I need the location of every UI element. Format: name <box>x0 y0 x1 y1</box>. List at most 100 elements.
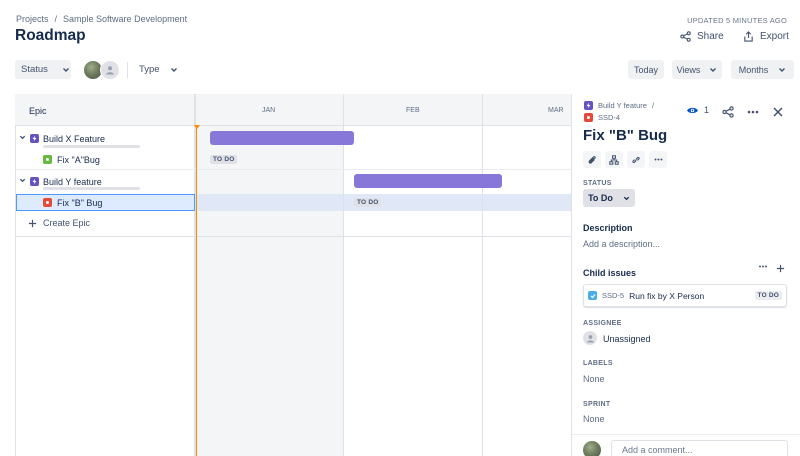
create-epic-label: Create Epic <box>43 218 91 228</box>
epic-timeline-bar[interactable] <box>354 174 502 188</box>
user-icon <box>106 66 114 75</box>
status-filter[interactable]: Status <box>15 60 71 79</box>
status-lozenge: TO DO <box>354 198 382 207</box>
epic-row-label[interactable]: Build X Feature <box>43 134 105 144</box>
child-issue-status: TO DO <box>754 291 782 300</box>
more-icon <box>654 158 662 161</box>
issue-key-link[interactable]: SSD-4 <box>598 113 620 122</box>
story-icon <box>43 155 52 164</box>
rows-bottom-divider <box>15 236 571 237</box>
eye-icon <box>687 107 698 113</box>
close-icon <box>773 107 783 117</box>
child-issue-button[interactable] <box>605 151 623 168</box>
attachment-icon <box>588 155 596 164</box>
child-issue-row[interactable]: SSD-5 Run fix by X Person TO DO <box>583 284 787 307</box>
child-issues-more-button[interactable] <box>758 265 768 268</box>
type-filter-label: Type <box>139 64 160 75</box>
breadcrumb-separator: / <box>54 14 58 24</box>
epic-icon <box>30 177 39 186</box>
description-input[interactable]: Add a description... <box>583 239 660 249</box>
month-divider <box>343 94 344 456</box>
timeline-header <box>196 94 571 126</box>
panel-breadcrumb-parent[interactable]: Build Y feature / <box>584 101 654 110</box>
link-icon <box>632 156 640 163</box>
epic-column-label: Epic <box>29 106 47 116</box>
labels-section-label: LABELS <box>583 360 613 367</box>
today-button[interactable]: Today <box>628 60 664 79</box>
export-icon <box>744 30 753 42</box>
panel-more-button[interactable] <box>745 104 761 120</box>
more-icon <box>747 110 759 114</box>
today-marker-line <box>196 126 197 456</box>
task-icon <box>588 291 597 300</box>
chevron-down-icon <box>779 67 786 72</box>
panel-divider <box>572 434 800 435</box>
watcher-count: 1 <box>704 105 710 115</box>
status-filter-label: Status <box>21 64 48 75</box>
collapse-chevron-icon[interactable] <box>19 177 26 186</box>
share-button[interactable]: Share <box>680 26 724 46</box>
create-epic-button[interactable]: Create Epic <box>28 218 90 228</box>
epic-column <box>15 94 196 456</box>
month-divider <box>482 94 483 456</box>
unassigned-avatar[interactable] <box>100 60 120 80</box>
type-filter[interactable]: Type <box>133 60 184 79</box>
add-child-issue-button[interactable] <box>776 264 785 273</box>
comment-input[interactable]: Add a comment... <box>611 440 788 456</box>
bug-icon <box>584 113 593 122</box>
child-issues-heading: Child issues <box>583 268 637 278</box>
avatar <box>583 441 601 456</box>
issue-row-label[interactable]: Fix "A"Bug <box>57 155 100 165</box>
sprint-value[interactable]: None <box>583 414 605 424</box>
month-label-mar: MAR <box>548 107 564 114</box>
months-button[interactable]: Months <box>731 60 794 79</box>
plus-icon <box>28 219 37 227</box>
child-issue-summary[interactable]: Run fix by X Person <box>629 291 749 301</box>
attach-button[interactable] <box>583 151 601 168</box>
month-label-jan: JAN <box>262 107 276 114</box>
status-section-label: STATUS <box>583 180 612 187</box>
views-button[interactable]: Views <box>672 60 722 79</box>
issue-row-label[interactable]: Fix "B" Bug <box>57 198 102 208</box>
child-issue-key[interactable]: SSD-5 <box>602 291 624 300</box>
issue-title[interactable]: Fix "B" Bug <box>583 127 667 144</box>
status-dropdown[interactable]: To Do <box>583 189 635 207</box>
epic-icon <box>30 134 39 143</box>
panel-share-button[interactable] <box>720 104 736 120</box>
current-month-shade <box>196 126 344 456</box>
export-button[interactable]: Export <box>743 26 789 46</box>
panel-breadcrumb-issue[interactable]: SSD-4 <box>584 113 620 122</box>
chevron-down-icon <box>710 67 717 72</box>
description-heading: Description <box>583 223 633 233</box>
share-icon <box>722 106 734 118</box>
page-title: Roadmap <box>15 27 86 44</box>
status-value: To Do <box>588 193 613 203</box>
assignee-avatar[interactable] <box>583 331 597 345</box>
breadcrumb-projects[interactable]: Projects <box>16 14 49 24</box>
parent-epic-link[interactable]: Build Y feature <box>598 101 647 110</box>
watch-button[interactable]: 1 <box>686 105 709 115</box>
breadcrumb-separator: / <box>651 101 655 110</box>
more-actions-button[interactable] <box>649 151 667 168</box>
panel-close-button[interactable] <box>770 104 786 120</box>
epic-icon <box>584 101 593 110</box>
more-icon <box>759 265 767 268</box>
status-lozenge: TO DO <box>210 155 238 164</box>
chevron-down-icon <box>623 196 630 200</box>
epic-progress-bar <box>43 145 140 148</box>
bug-icon <box>43 198 52 207</box>
row-divider <box>15 169 571 170</box>
epic-row-label[interactable]: Build Y feature <box>43 177 102 187</box>
sprint-section-label: SPRINT <box>583 401 611 408</box>
epic-timeline-bar[interactable] <box>210 131 354 145</box>
hierarchy-icon <box>609 154 619 165</box>
toolbar-divider <box>127 62 128 78</box>
user-icon <box>586 334 594 343</box>
link-issue-button[interactable] <box>627 151 645 168</box>
breadcrumb-project[interactable]: Sample Software Development <box>63 14 187 24</box>
collapse-chevron-icon[interactable] <box>19 134 26 143</box>
labels-value[interactable]: None <box>583 374 605 384</box>
assignee-value[interactable]: Unassigned <box>603 334 651 344</box>
views-label: Views <box>676 64 701 75</box>
plus-icon <box>776 264 785 273</box>
